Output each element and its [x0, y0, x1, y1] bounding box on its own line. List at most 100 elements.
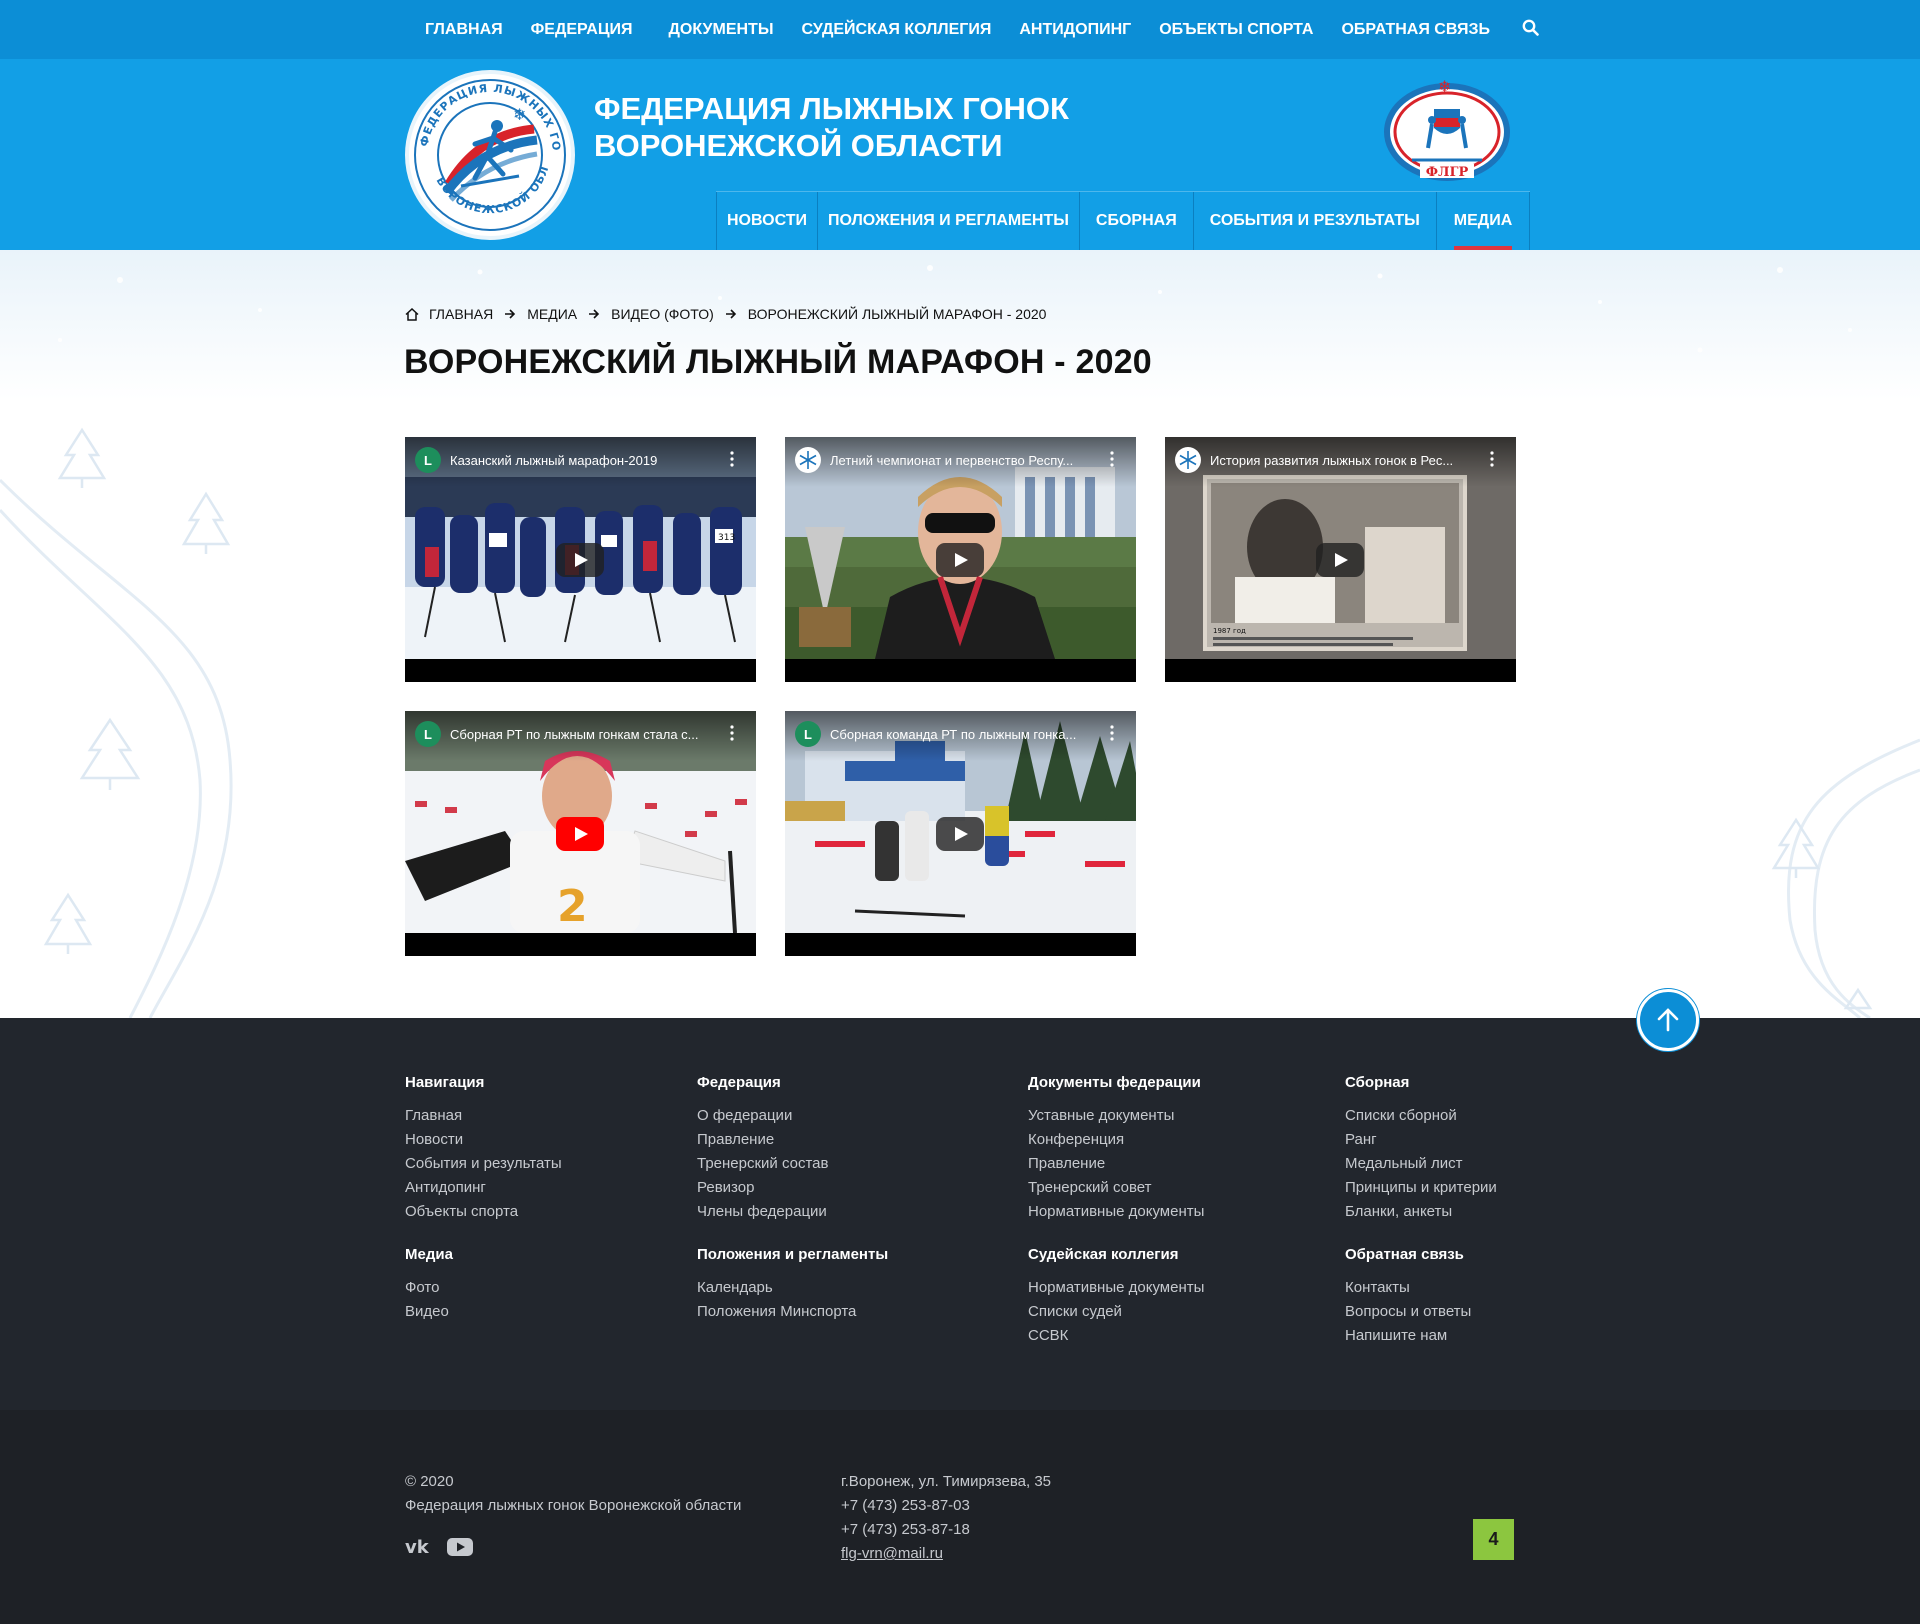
site-title[interactable]: ФЕДЕРАЦИЯ ЛЫЖНЫХ ГОНОК ВОРОНЕЖСКОЙ ОБЛАС… — [594, 90, 1069, 164]
footer-link[interactable]: Уставные документы — [1028, 1104, 1204, 1128]
video-title[interactable]: Сборная РТ по лыжным гонкам стала с... — [450, 727, 720, 742]
main-nav-media[interactable]: МЕДИА — [1435, 192, 1531, 250]
footer-link[interactable]: Новости — [405, 1128, 562, 1152]
more-options-icon[interactable] — [1490, 451, 1494, 467]
arrow-right-icon — [504, 309, 516, 319]
main-nav-regulations[interactable]: ПОЛОЖЕНИЯ И РЕГЛАМЕНТЫ — [817, 192, 1079, 250]
footer-column: Обратная связь Контакты Вопросы и ответы… — [1345, 1246, 1471, 1348]
play-button[interactable] — [556, 817, 604, 851]
video-embed[interactable]: L Сборная команда РТ по лыжным гонка... — [785, 711, 1136, 956]
video-title[interactable]: Летний чемпионат и первенство Респу... — [830, 453, 1100, 468]
breadcrumb-home[interactable]: ГЛАВНАЯ — [429, 306, 493, 322]
footer-link[interactable]: Конференция — [1028, 1128, 1204, 1152]
more-options-icon[interactable] — [1110, 725, 1114, 741]
video-embed[interactable]: 313 L Казанский лыжный марафон-2019 — [405, 437, 756, 682]
play-button[interactable] — [936, 817, 984, 851]
footer-link[interactable]: Контакты — [1345, 1276, 1471, 1300]
more-options-icon[interactable] — [730, 451, 734, 467]
breadcrumb-media[interactable]: МЕДИА — [527, 306, 577, 322]
video-title[interactable]: История развития лыжных гонок в Рес... — [1210, 453, 1480, 468]
play-button[interactable] — [556, 543, 604, 577]
main-nav-events[interactable]: СОБЫТИЯ И РЕЗУЛЬТАТЫ — [1192, 192, 1436, 250]
snowflake-icon — [1179, 451, 1197, 469]
snowflake-icon — [799, 451, 817, 469]
more-options-icon[interactable] — [730, 725, 734, 741]
video-title[interactable]: Казанский лыжный марафон-2019 — [450, 453, 720, 468]
main-nav-news[interactable]: НОВОСТИ — [716, 192, 817, 250]
top-bar: ГЛАВНАЯ ФЕДЕРАЦИЯ ДОКУМЕНТЫ СУДЕЙСКАЯ КО… — [0, 0, 1920, 59]
footer-column: Положения и регламенты Календарь Положен… — [697, 1246, 888, 1324]
phone-2[interactable]: +7 (473) 253-87-18 — [841, 1518, 1051, 1542]
footer-link[interactable]: Антидопинг — [405, 1176, 562, 1200]
footer-link[interactable]: Члены федерации — [697, 1200, 828, 1224]
video-title[interactable]: Сборная команда РТ по лыжным гонка... — [830, 727, 1100, 742]
footer-link[interactable]: Видео — [405, 1300, 453, 1324]
footer — [0, 1018, 1920, 1410]
top-nav-sport-objects[interactable]: ОБЪЕКТЫ СПОРТА — [1159, 21, 1313, 39]
play-button[interactable] — [936, 543, 984, 577]
more-options-icon[interactable] — [1110, 451, 1114, 467]
footer-link[interactable]: Принципы и критерии — [1345, 1176, 1497, 1200]
footer-link[interactable]: Напишите нам — [1345, 1324, 1471, 1348]
visit-counter-badge[interactable]: 4 — [1473, 1519, 1514, 1560]
video-embed[interactable]: 1987 год История развития лыжных гонок в… — [1165, 437, 1516, 682]
top-nav-antidoping[interactable]: АНТИДОПИНГ — [1019, 21, 1131, 39]
federation-logo[interactable]: ФЕДЕРАЦИЯ ЛЫЖНЫХ ГОНОК ВОРОНЕЖСКОЙ ОБЛАС… — [405, 70, 575, 240]
footer-link[interactable]: ССВК — [1028, 1324, 1204, 1348]
footer-link[interactable]: Положения Минспорта — [697, 1300, 888, 1324]
footer-link[interactable]: Тренерский состав — [697, 1152, 828, 1176]
top-nav-feedback[interactable]: ОБРАТНАЯ СВЯЗЬ — [1341, 21, 1490, 39]
footer-link[interactable]: Нормативные документы — [1028, 1276, 1204, 1300]
footer-link[interactable]: Нормативные документы — [1028, 1200, 1204, 1224]
video-embed[interactable]: Летний чемпионат и первенство Респу... — [785, 437, 1136, 682]
phone-1[interactable]: +7 (473) 253-87-03 — [841, 1494, 1051, 1518]
arrow-right-icon — [588, 309, 600, 319]
footer-link[interactable]: Медальный лист — [1345, 1152, 1497, 1176]
main-nav-team[interactable]: СБОРНАЯ — [1078, 192, 1193, 250]
flgr-logo[interactable]: ❄ ФЛГР — [1382, 70, 1512, 182]
footer-link[interactable]: Списки сборной — [1345, 1104, 1497, 1128]
channel-avatar[interactable] — [795, 447, 821, 473]
video-embed[interactable]: 2 L Сборная РТ по лыжным гонкам стала с.… — [405, 711, 756, 956]
copyright-year: © 2020 — [405, 1473, 454, 1490]
footer-heading: Положения и регламенты — [697, 1246, 889, 1263]
footer-link[interactable]: Списки судей — [1028, 1300, 1204, 1324]
footer-link[interactable]: Ревизор — [697, 1176, 828, 1200]
arrow-right-icon — [725, 309, 737, 319]
footer-link[interactable]: Правление — [1028, 1152, 1204, 1176]
youtube-icon[interactable] — [447, 1537, 473, 1562]
footer-link[interactable]: О федерации — [697, 1104, 828, 1128]
breadcrumb-video[interactable]: ВИДЕО (ФОТО) — [611, 306, 714, 322]
footer-link[interactable]: События и результаты — [405, 1152, 562, 1176]
footer-heading: Судейская коллегия — [1028, 1246, 1179, 1263]
home-icon[interactable] — [405, 307, 419, 321]
top-nav-judges[interactable]: СУДЕЙСКАЯ КОЛЛЕГИЯ — [801, 21, 991, 39]
address: г.Воронеж, ул. Тимирязева, 35 — [841, 1473, 1052, 1490]
footer-link[interactable]: Вопросы и ответы — [1345, 1300, 1471, 1324]
footer-link[interactable]: Главная — [405, 1104, 562, 1128]
top-nav-documents[interactable]: ДОКУМЕНТЫ — [669, 21, 774, 39]
svg-text:❄: ❄ — [521, 137, 530, 149]
footer-heading: Навигация — [405, 1074, 485, 1091]
site-title-line2: ВОРОНЕЖСКОЙ ОБЛАСТИ — [594, 128, 1003, 163]
search-icon[interactable] — [1522, 19, 1539, 41]
scroll-to-top-button[interactable] — [1637, 989, 1699, 1051]
channel-avatar[interactable]: L — [415, 721, 441, 747]
channel-avatar[interactable]: L — [795, 721, 821, 747]
top-nav-federation[interactable]: ФЕДЕРАЦИЯ — [531, 21, 633, 39]
channel-avatar[interactable]: L — [415, 447, 441, 473]
channel-avatar[interactable] — [1175, 447, 1201, 473]
top-nav-home[interactable]: ГЛАВНАЯ — [425, 21, 503, 39]
footer-link[interactable]: Ранг — [1345, 1128, 1497, 1152]
email-link[interactable]: flg-vrn@mail.ru — [841, 1545, 943, 1562]
footer-link[interactable]: Фото — [405, 1276, 453, 1300]
footer-link[interactable]: Объекты спорта — [405, 1200, 562, 1224]
vk-icon[interactable]: vk — [405, 1537, 433, 1562]
footer-column: Федерация О федерации Правление Тренерск… — [697, 1074, 828, 1224]
footer-link[interactable]: Календарь — [697, 1276, 888, 1300]
play-button[interactable] — [1316, 543, 1364, 577]
footer-link[interactable]: Правление — [697, 1128, 828, 1152]
breadcrumb-current: ВОРОНЕЖСКИЙ ЛЫЖНЫЙ МАРАФОН - 2020 — [747, 306, 1047, 322]
footer-link[interactable]: Бланки, анкеты — [1345, 1200, 1497, 1224]
footer-link[interactable]: Тренерский совет — [1028, 1176, 1204, 1200]
